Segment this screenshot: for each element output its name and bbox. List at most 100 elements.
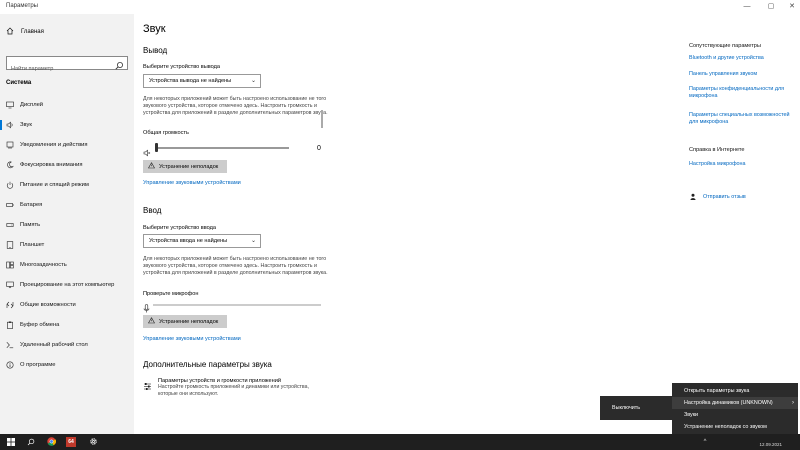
- sidebar-item-label: Проецирование на этот компьютер: [20, 282, 115, 288]
- sidebar-item-label: Фокусировка внимания: [20, 162, 83, 168]
- sidebar-item-battery[interactable]: Батарея: [0, 195, 134, 215]
- app-volume-description: Настройте громкость приложений и динамик…: [158, 384, 309, 397]
- sidebar-item-info[interactable]: О программе: [0, 355, 134, 375]
- taskbar-chrome[interactable]: [42, 434, 60, 450]
- gear-icon: [89, 433, 98, 450]
- mic-level-meter: [143, 300, 323, 313]
- feedback-icon: [689, 188, 697, 206]
- sidebar-item-label: Дисплей: [20, 102, 44, 108]
- output-manage-devices-link[interactable]: Управление звуковыми устройствами: [143, 180, 241, 186]
- feedback-link[interactable]: Отправить отзыв: [689, 188, 746, 206]
- window-title: Параметры: [6, 3, 38, 9]
- menu-troubleshoot-sound[interactable]: Устранение неполадок со звуком: [672, 421, 798, 433]
- mic-level-track: [153, 304, 321, 306]
- sidebar-item-storage[interactable]: Память: [0, 215, 134, 235]
- storage-icon: [6, 221, 14, 229]
- sidebar-item-shared[interactable]: Общие возможности: [0, 295, 134, 315]
- close-button[interactable]: ✕: [785, 1, 799, 12]
- sidebar-item-multitask[interactable]: Многозадачность: [0, 255, 134, 275]
- sidebar-item-remote[interactable]: Удаленный рабочий стол: [0, 335, 134, 355]
- menu-disable[interactable]: Выключить: [600, 402, 672, 414]
- sidebar-item-project[interactable]: Проецирование на этот компьютер: [0, 275, 134, 295]
- taskbar: 64 ^ 12.09.2021: [0, 434, 800, 450]
- search-box[interactable]: [6, 56, 128, 75]
- chevron-down-icon: ⌄: [250, 238, 256, 244]
- taskbar-date[interactable]: 12.09.2021: [759, 442, 782, 447]
- mic-test-label: Проверьте микрофон: [143, 291, 199, 297]
- chrome-icon: [46, 433, 56, 450]
- sidebar-item-tablet[interactable]: Планшет: [0, 235, 134, 255]
- sidebar-item-display[interactable]: Дисплей: [0, 95, 134, 115]
- maximize-button[interactable]: ▢: [764, 1, 778, 12]
- volume-track: [157, 147, 289, 149]
- volume-label: Общая громкость: [143, 130, 189, 136]
- sidebar-item-label: Удаленный рабочий стол: [20, 342, 88, 348]
- shared-icon: [6, 301, 14, 309]
- volume-value: 0: [317, 145, 321, 152]
- app-64-badge: 64: [66, 437, 76, 447]
- menu-configure-speakers[interactable]: Настройка динамиков (UNKNOWN) ›: [672, 397, 798, 409]
- page-title: Звук: [143, 23, 166, 35]
- app-volume-settings-link[interactable]: Параметры устройств и громкости приложен…: [143, 378, 328, 398]
- taskbar-search-button[interactable]: [22, 434, 40, 450]
- chevron-down-icon: ⌄: [250, 78, 256, 84]
- windows-logo-icon: [7, 433, 15, 450]
- output-device-dropdown[interactable]: Устройства вывода не найдены ⌄: [143, 74, 261, 88]
- input-troubleshoot-button[interactable]: Устранение неполадок: [143, 315, 227, 328]
- remote-icon: [6, 341, 14, 349]
- input-description: Для некоторых приложений может быть наст…: [143, 256, 328, 276]
- search-input[interactable]: [7, 63, 107, 75]
- help-link-mic-setup[interactable]: Настройка микрофона: [689, 161, 794, 168]
- speaker-icon: [6, 121, 14, 129]
- input-troubleshoot-label: Устранение неполадок: [159, 318, 219, 325]
- home-label: Главная: [21, 29, 44, 35]
- help-heading: Справка в Интернете: [689, 147, 745, 153]
- sidebar-item-label: Планшет: [20, 242, 45, 248]
- taskbar-settings[interactable]: [84, 434, 102, 450]
- sidebar-item-power[interactable]: Питание и спящий режим: [0, 175, 134, 195]
- battery-icon: [6, 201, 14, 209]
- taskbar-app-64[interactable]: 64: [62, 434, 80, 450]
- multitask-icon: [6, 261, 14, 269]
- sidebar-item-moon[interactable]: Фокусировка внимания: [0, 155, 134, 175]
- related-link-bluetooth[interactable]: Bluetooth и другие устройства: [689, 55, 794, 62]
- minimize-button[interactable]: —: [740, 1, 754, 12]
- info-icon: [6, 361, 14, 369]
- advanced-heading: Дополнительные параметры звука: [143, 360, 272, 369]
- output-device-value: Устройства вывода не найдены: [149, 78, 232, 84]
- search-icon[interactable]: [114, 58, 124, 70]
- tray-expand-button[interactable]: ^: [696, 434, 714, 450]
- sidebar-item-label: Питание и спящий режим: [20, 182, 89, 188]
- menu-sounds[interactable]: Звуки: [672, 409, 798, 421]
- menu-open-sound-settings[interactable]: Открыть параметры звука: [672, 385, 798, 397]
- input-device-dropdown[interactable]: Устройства ввода не найдены ⌄: [143, 234, 261, 248]
- sidebar-section-label: Система: [6, 80, 32, 86]
- scrollbar[interactable]: [321, 110, 323, 128]
- sidebar-item-clipboard[interactable]: Буфер обмена: [0, 315, 134, 335]
- warning-icon: [147, 162, 156, 171]
- project-icon: [6, 281, 14, 289]
- input-heading: Ввод: [143, 206, 162, 215]
- input-manage-devices-link[interactable]: Управление звуковыми устройствами: [143, 336, 241, 342]
- volume-thumb[interactable]: [155, 143, 158, 152]
- moon-icon: [6, 161, 14, 169]
- clipboard-icon: [6, 321, 14, 329]
- sidebar-nav: Дисплей Звук Уведомления и действия Фокусир…: [0, 95, 134, 375]
- related-heading: Сопутствующие параметры: [689, 43, 761, 49]
- related-link-sound-control-panel[interactable]: Панель управления звуком: [689, 71, 794, 78]
- chevron-up-icon: ^: [703, 439, 707, 445]
- sidebar-item-label: Буфер обмена: [20, 322, 60, 328]
- power-icon: [6, 181, 14, 189]
- start-button[interactable]: [2, 434, 20, 450]
- volume-slider[interactable]: [143, 143, 323, 157]
- related-link-mic-privacy[interactable]: Параметры конфиденциальности для микрофо…: [689, 86, 794, 100]
- sidebar-item-label: Память: [20, 222, 41, 228]
- output-troubleshoot-button[interactable]: Устранение неполадок: [143, 160, 227, 173]
- home-link[interactable]: Главная: [6, 27, 44, 37]
- sidebar-item-speaker[interactable]: Звук: [0, 115, 134, 135]
- output-description: Для некоторых приложений может быть наст…: [143, 96, 328, 116]
- sidebar-item-notification[interactable]: Уведомления и действия: [0, 135, 134, 155]
- input-select-label: Выберите устройство ввода: [143, 225, 217, 231]
- home-icon: [6, 27, 14, 37]
- related-link-mic-accessibility[interactable]: Параметры специальных возможностей для м…: [689, 112, 794, 126]
